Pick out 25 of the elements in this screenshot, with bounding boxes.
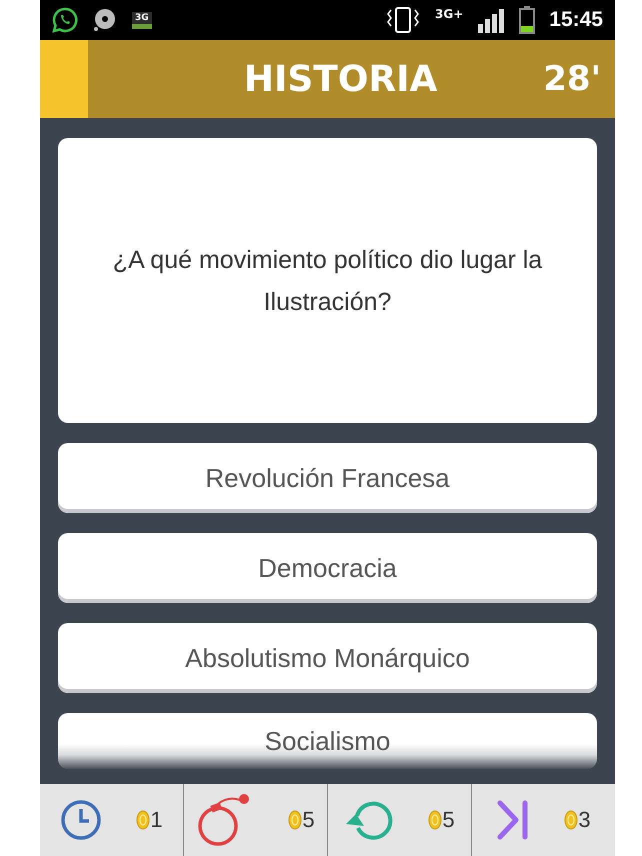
answer-button[interactable]: Absolutismo Monárquico — [58, 623, 597, 693]
question-text: ¿A qué movimiento político dio lugar la Ilustración? — [112, 244, 544, 318]
cost-label: 3 — [578, 807, 591, 833]
cost-label: 5 — [442, 807, 455, 833]
coin-icon — [136, 810, 150, 830]
network-badge: 3G — [132, 12, 152, 28]
disc-icon — [92, 7, 118, 33]
coin-icon — [428, 810, 442, 830]
vibrate-icon — [385, 5, 422, 35]
network-type: 3G+ — [435, 7, 464, 21]
chat-icon — [52, 7, 78, 33]
clock-icon — [60, 799, 102, 841]
answer-button[interactable]: Democracia — [58, 533, 597, 603]
coin-icon — [288, 810, 302, 830]
coin-icon — [564, 810, 578, 830]
answer-button[interactable]: Revolución Francesa — [58, 443, 597, 513]
skip-icon — [496, 799, 530, 841]
signal-icon — [477, 6, 506, 34]
cost-label: 5 — [302, 807, 315, 833]
category-title: HISTORIA — [242, 58, 438, 100]
timer: 28' — [543, 59, 601, 99]
battery-icon — [519, 6, 536, 34]
cost-label: 1 — [150, 807, 163, 833]
clock-time: 15:45 — [549, 8, 603, 32]
answer-button[interactable]: Socialismo — [58, 713, 597, 769]
